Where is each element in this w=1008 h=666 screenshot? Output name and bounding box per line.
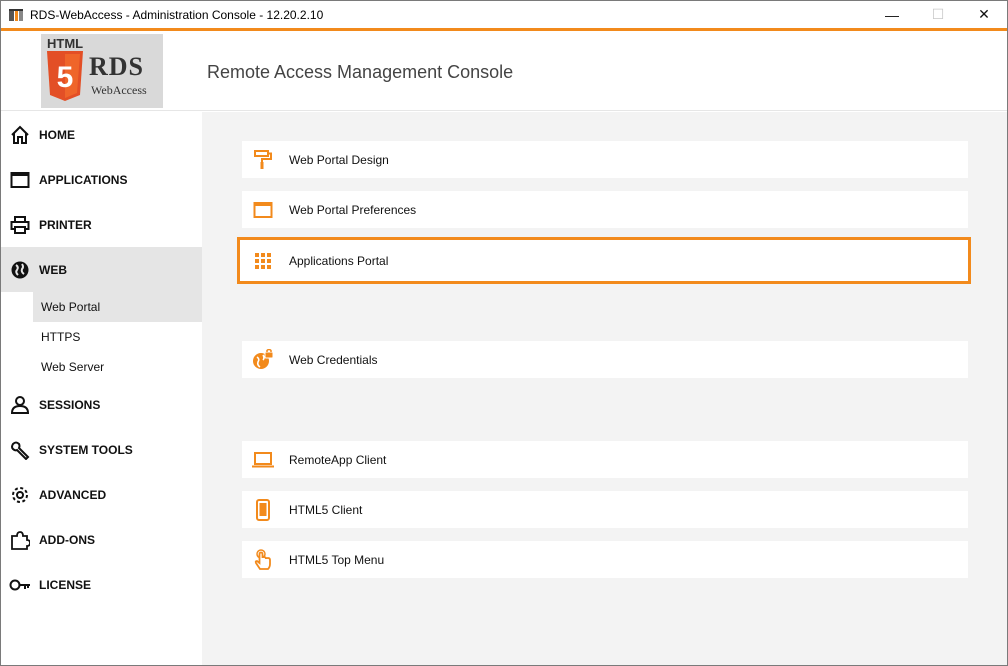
- sidebar-item-add-ons[interactable]: ADD-ONS: [1, 517, 202, 562]
- sidebar-item-license[interactable]: LICENSE: [1, 562, 202, 607]
- card-web-credentials[interactable]: Web Credentials: [242, 341, 968, 378]
- window-title: RDS-WebAccess - Administration Console -…: [30, 7, 324, 22]
- card-remoteapp-client[interactable]: RemoteApp Client: [242, 441, 968, 478]
- sidebar: HOME APPLICATIONS PRINTER WEB Web Portal…: [1, 112, 202, 665]
- header: HTML 5 RDS WebAccess Remote Access Manag…: [1, 31, 1007, 111]
- hand-pointer-icon: [252, 548, 274, 571]
- card-html5-client[interactable]: HTML5 Client: [242, 491, 968, 528]
- sidebar-item-label: PRINTER: [39, 217, 92, 232]
- home-icon: [9, 124, 31, 146]
- sidebar-item-sessions[interactable]: SESSIONS: [1, 382, 202, 427]
- main-panel: Web Portal Design Web Portal Preferences…: [202, 112, 1007, 665]
- gear-icon: [9, 484, 31, 506]
- sidebar-item-label: SYSTEM TOOLS: [39, 442, 133, 457]
- sidebar-item-system-tools[interactable]: SYSTEM TOOLS: [1, 427, 202, 472]
- card-label: Applications Portal: [289, 253, 389, 268]
- html5-shield-icon: 5: [47, 51, 83, 101]
- user-icon: [9, 394, 31, 416]
- maximize-button[interactable]: ☐: [915, 1, 961, 28]
- sidebar-subitem-web-portal[interactable]: Web Portal: [33, 292, 202, 322]
- card-label: Web Credentials: [289, 352, 378, 367]
- sidebar-item-label: APPLICATIONS: [39, 172, 128, 187]
- logo-html-text: HTML: [47, 36, 84, 51]
- sidebar-item-label: LICENSE: [39, 577, 92, 592]
- card-html5-top-menu[interactable]: HTML5 Top Menu: [242, 541, 968, 578]
- window-controls: — ☐ ✕: [869, 1, 1007, 28]
- card-label: HTML5 Client: [289, 502, 363, 517]
- sidebar-item-home[interactable]: HOME: [1, 112, 202, 157]
- logo: HTML 5 RDS WebAccess: [41, 34, 163, 108]
- shield-digit: 5: [57, 61, 74, 94]
- card-web-portal-design[interactable]: Web Portal Design: [242, 141, 968, 178]
- card-label: HTML5 Top Menu: [289, 552, 385, 567]
- laptop-icon: [252, 449, 274, 471]
- sidebar-item-applications[interactable]: APPLICATIONS: [1, 157, 202, 202]
- sidebar-item-printer[interactable]: PRINTER: [1, 202, 202, 247]
- sidebar-item-label: SESSIONS: [39, 397, 101, 412]
- sidebar-item-advanced[interactable]: ADVANCED: [1, 472, 202, 517]
- logo-webaccess-text: WebAccess: [91, 83, 147, 97]
- sidebar-item-label: ADVANCED: [39, 487, 107, 502]
- wrench-icon: [9, 439, 31, 461]
- sidebar-item-label: WEB: [39, 262, 67, 277]
- sidebar-subitem-web-server[interactable]: Web Server: [1, 352, 202, 382]
- title-bar: RDS-WebAccess - Administration Console -…: [1, 1, 1007, 28]
- card-label: Web Portal Design: [289, 152, 389, 167]
- app-window: RDS-WebAccess - Administration Console -…: [0, 0, 1008, 666]
- sidebar-item-web[interactable]: WEB: [1, 247, 202, 292]
- printer-icon: [9, 214, 31, 236]
- grid-icon: [252, 250, 274, 272]
- paint-roller-icon: [252, 149, 274, 171]
- sidebar-subitem-https[interactable]: HTTPS: [1, 322, 202, 352]
- logo-rds-text: RDS: [89, 52, 145, 81]
- card-applications-portal[interactable]: Applications Portal: [237, 237, 971, 284]
- sidebar-item-label: ADD-ONS: [39, 532, 95, 547]
- minimize-button[interactable]: —: [869, 1, 915, 28]
- puzzle-icon: [9, 529, 31, 551]
- card-web-portal-preferences[interactable]: Web Portal Preferences: [242, 191, 968, 228]
- sidebar-item-label: HOME: [39, 127, 75, 142]
- page-title: Remote Access Management Console: [207, 62, 514, 82]
- phone-icon: [252, 498, 274, 521]
- window-icon: [9, 169, 31, 191]
- window-icon: [252, 199, 274, 221]
- card-label: Web Portal Preferences: [289, 202, 417, 217]
- globe-icon: [9, 259, 31, 281]
- close-button[interactable]: ✕: [961, 1, 1007, 28]
- app-icon: [8, 7, 24, 23]
- globe-lock-icon: [252, 348, 274, 371]
- card-label: RemoteApp Client: [289, 452, 387, 467]
- key-icon: [9, 574, 31, 596]
